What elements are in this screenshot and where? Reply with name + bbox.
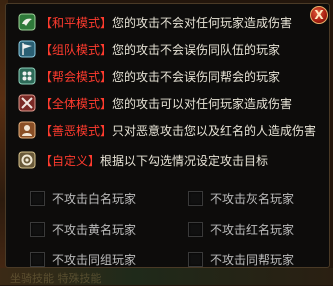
option-label: 不攻击同帮玩家 [210,252,295,267]
mode-description: 您的攻击不会误伤同队伍的玩家 [112,42,281,57]
mode-good-evil[interactable]: 【善恶模式】 只对恶意攻击您以及红名的人造成伤害 [18,119,318,141]
option-label: 不攻击白名玩家 [52,191,137,206]
mode-description: 您的攻击不会对任何玩家造成伤害 [112,15,293,30]
checkbox[interactable] [30,190,45,206]
guild-icon [18,67,36,85]
mode-name: 【组队模式】 [40,42,113,57]
checkbox[interactable] [30,251,45,267]
option-label: 不攻击黄名玩家 [52,222,137,237]
option-no-attack-red[interactable]: 不攻击红名玩家 [188,220,294,238]
good-evil-icon [18,121,36,139]
mode-description: 您的攻击不会误伤同帮会的玩家 [112,69,281,84]
mode-name: 【全体模式】 [40,96,113,111]
checkbox[interactable] [188,190,203,206]
checkbox[interactable] [30,221,45,237]
mode-name: 【帮会模式】 [40,69,113,84]
option-label: 不攻击红名玩家 [210,222,295,237]
mode-all[interactable]: 【全体模式】 您的攻击可以对任何玩家造成伤害 [18,92,318,114]
mode-name: 【和平模式】 [40,15,113,30]
background-hud-text: 坐骑技能 特殊技能 [10,272,102,285]
mode-peace[interactable]: 【和平模式】 您的攻击不会对任何玩家造成伤害 [18,11,318,33]
team-flag-icon [18,40,36,58]
option-label: 不攻击灰名玩家 [210,191,295,206]
option-no-attack-white[interactable]: 不攻击白名玩家 [30,189,136,207]
option-no-attack-team[interactable]: 不攻击同组玩家 [30,250,136,268]
option-label: 不攻击同组玩家 [52,252,137,267]
checkbox[interactable] [188,221,203,237]
option-no-attack-guild[interactable]: 不攻击同帮玩家 [188,250,294,268]
checkbox[interactable] [188,251,203,267]
crossed-swords-icon [18,94,36,112]
mode-name: 【自定义】 [40,153,101,168]
mode-custom[interactable]: 【自定义】 根据以下勾选情况设定攻击目标 [18,149,318,171]
peace-dove-icon [18,13,36,31]
custom-gear-icon [18,151,36,169]
mode-guild[interactable]: 【帮会模式】 您的攻击不会误伤同帮会的玩家 [18,65,318,87]
mode-name: 【善恶模式】 [40,123,113,138]
option-no-attack-gray[interactable]: 不攻击灰名玩家 [188,189,294,207]
mode-team[interactable]: 【组队模式】 您的攻击不会误伤同队伍的玩家 [18,38,318,60]
option-no-attack-yellow[interactable]: 不攻击黄名玩家 [30,220,136,238]
mode-description: 根据以下勾选情况设定攻击目标 [100,153,269,168]
mode-description: 您的攻击可以对任何玩家造成伤害 [112,96,293,111]
mode-description: 只对恶意攻击您以及红名的人造成伤害 [112,123,317,138]
